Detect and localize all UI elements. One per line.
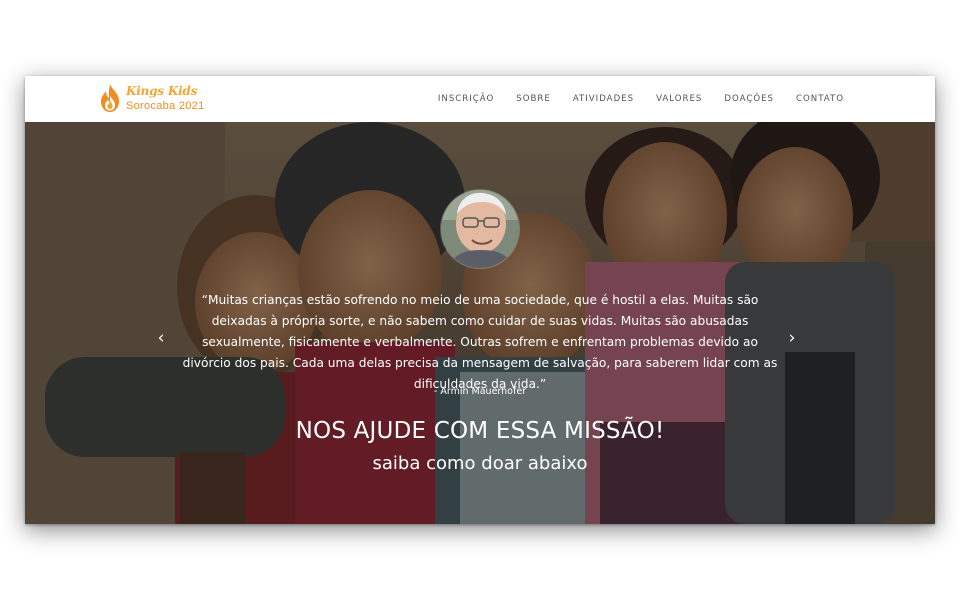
- slider-prev-button[interactable]: ‹: [151, 328, 171, 348]
- testimonial-author: - Armin Mauerhofer: [433, 386, 527, 397]
- testimonial-quote: “Muitas crianças estão sofrendo no meio …: [182, 293, 778, 391]
- main-nav: INSCRIÇÃO SOBRE ATIVIDADES VALORES DOAÇÕ…: [416, 76, 844, 122]
- nav-item-doacoes[interactable]: DOAÇÕES: [724, 94, 774, 104]
- slider-next-button[interactable]: ›: [782, 328, 802, 348]
- nav-item-sobre[interactable]: SOBRE: [516, 94, 551, 104]
- nav-item-inscricao[interactable]: INSCRIÇÃO: [438, 94, 494, 104]
- website-frame: Kings Kids Sorocaba 2021 INSCRIÇÃO SOBRE…: [25, 76, 935, 524]
- flame-icon: [101, 84, 119, 112]
- hero-subheadline: saiba como doar abaixo: [372, 453, 588, 474]
- chevron-left-icon: ‹: [157, 328, 165, 348]
- chevron-right-icon: ›: [788, 328, 796, 348]
- top-navbar: Kings Kids Sorocaba 2021 INSCRIÇÃO SOBRE…: [25, 76, 935, 123]
- nav-item-contato[interactable]: CONTATO: [796, 94, 844, 104]
- hero-slider: “Muitas crianças estão sofrendo no meio …: [25, 122, 935, 524]
- hero-headline: NOS AJUDE COM ESSA MISSÃO!: [295, 418, 665, 444]
- logo-title: Kings Kids: [126, 84, 198, 98]
- nav-item-valores[interactable]: VALORES: [656, 94, 702, 104]
- nav-item-atividades[interactable]: ATIVIDADES: [573, 94, 634, 104]
- logo-subtitle: Sorocaba 2021: [126, 100, 205, 112]
- author-portrait-image: [441, 190, 519, 268]
- author-avatar: [441, 190, 519, 268]
